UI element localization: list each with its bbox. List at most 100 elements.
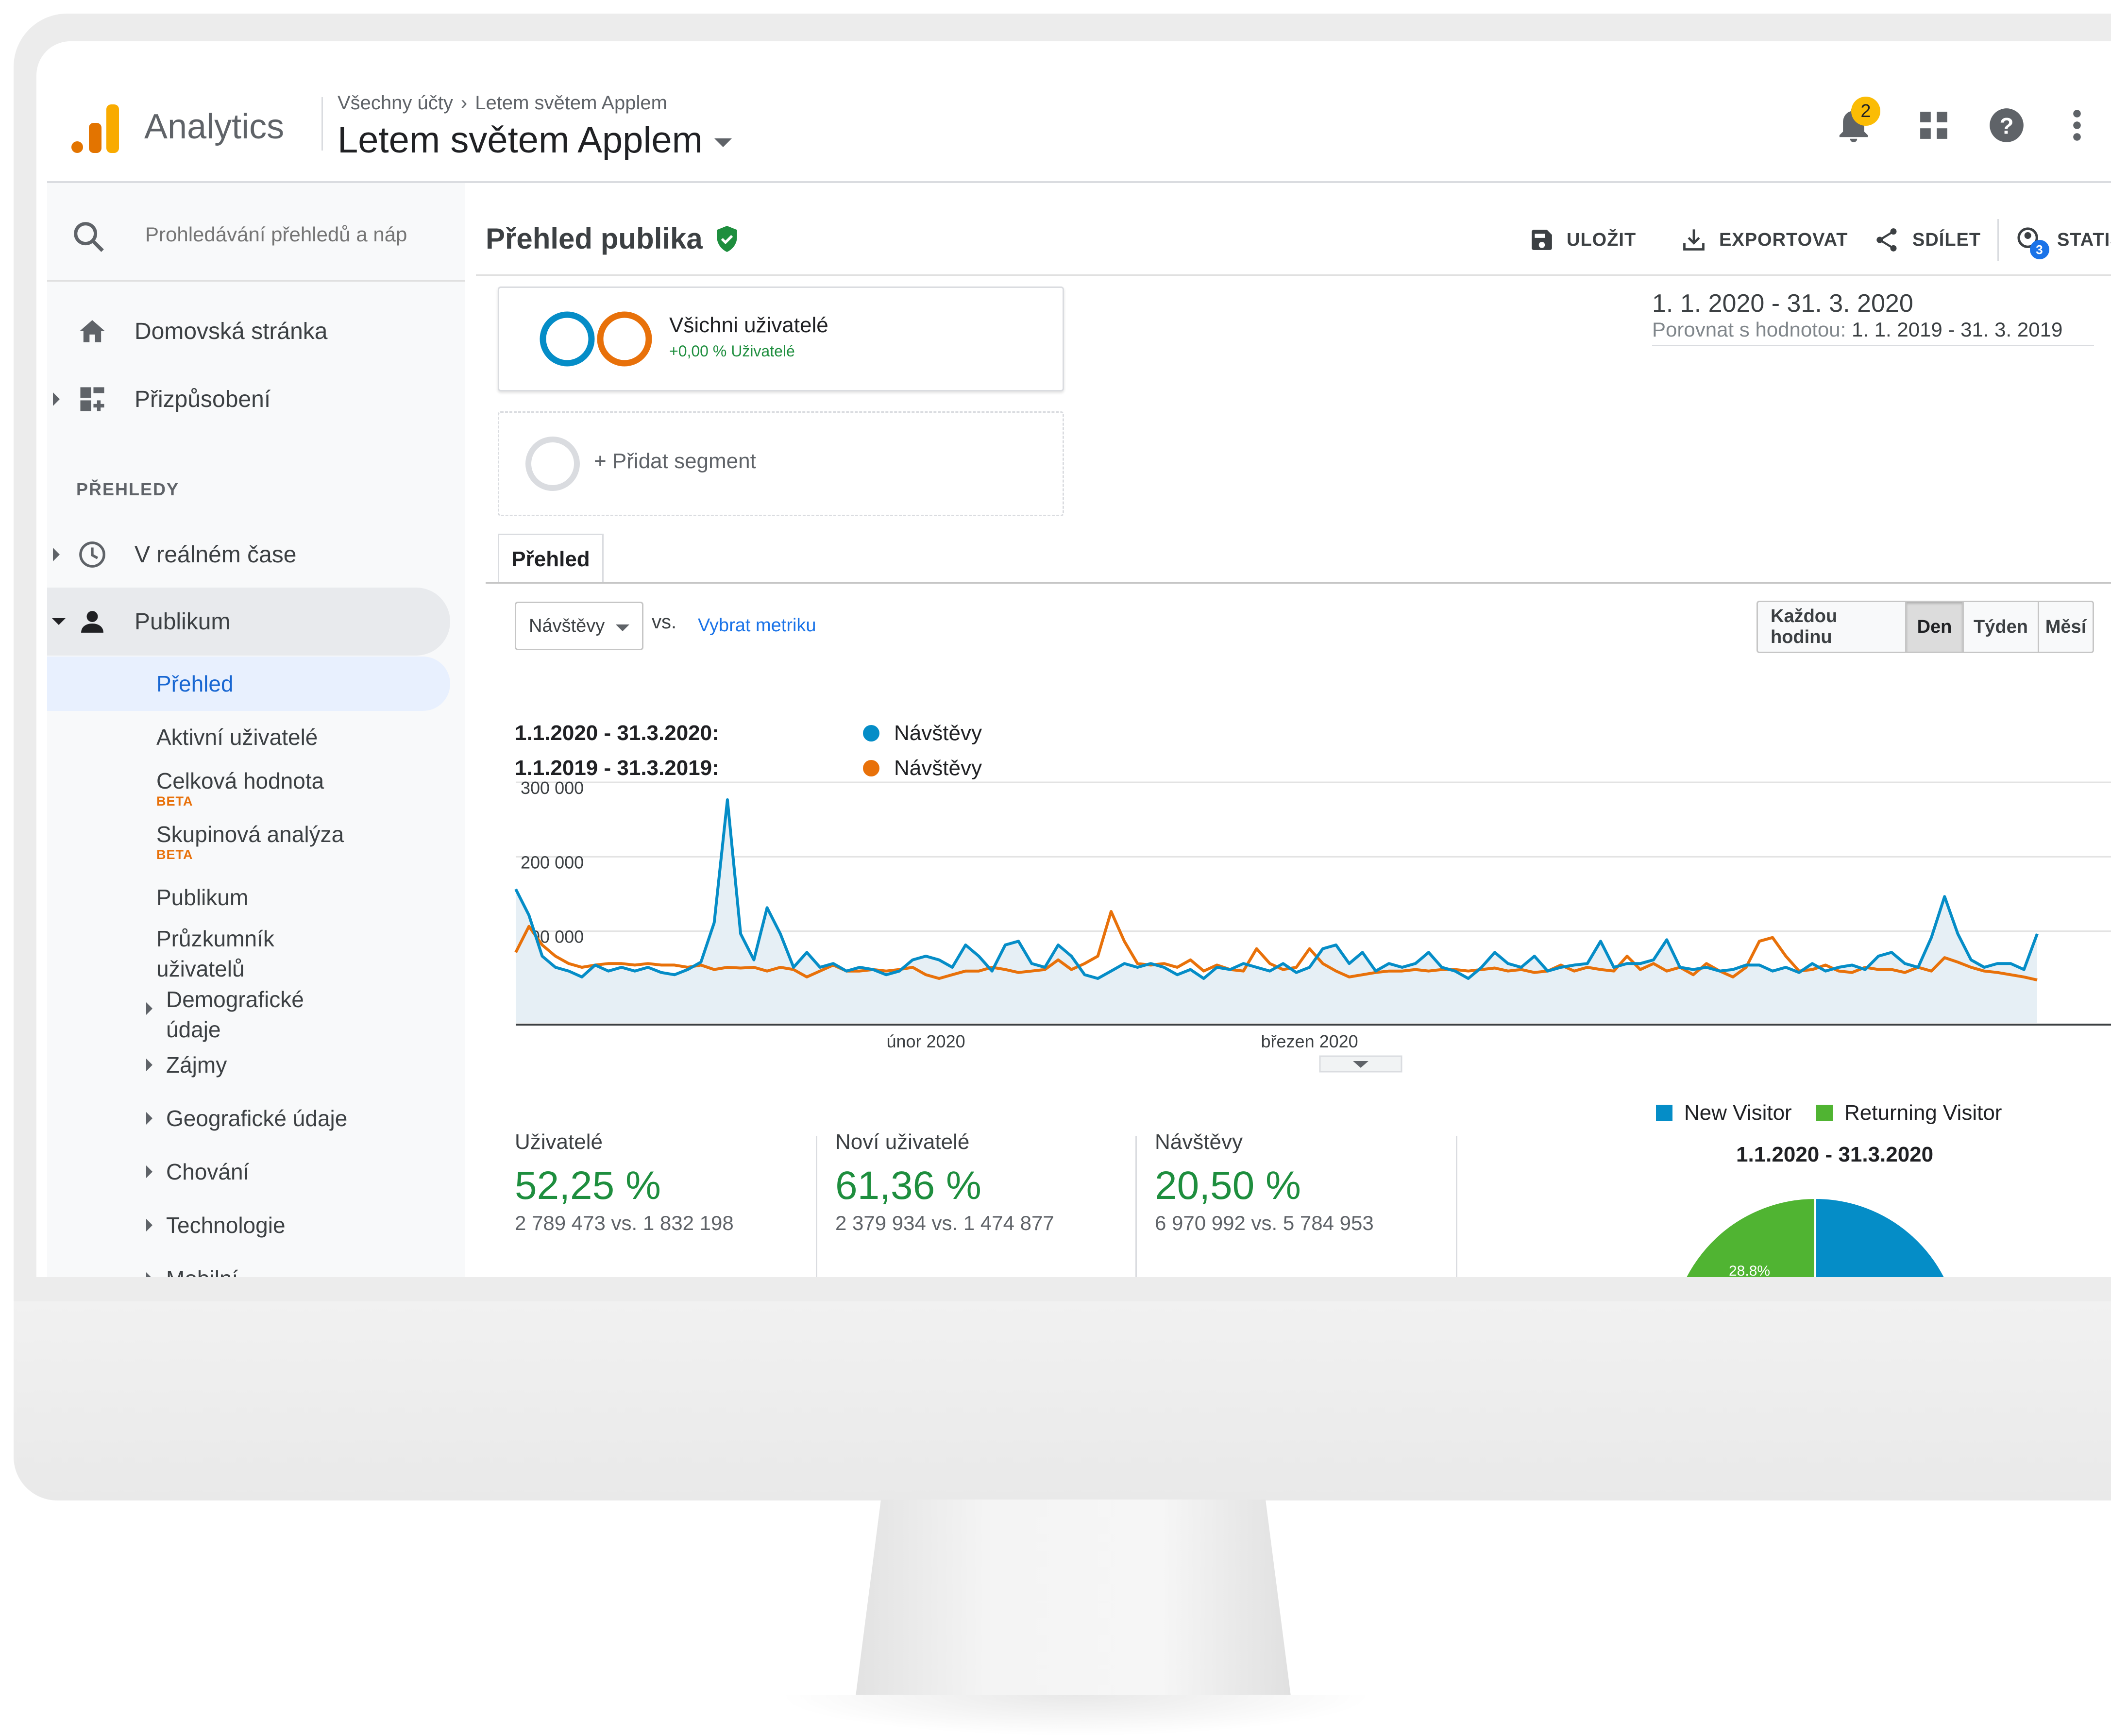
app-header: Analytics Všechny účty › Letem světem Ap… (47, 41, 2111, 183)
sidebar-item-home[interactable]: Domovská stránka (47, 300, 450, 363)
sidebar-item-overview[interactable] (47, 657, 450, 711)
breadcrumb-property[interactable]: Letem světem Applem (475, 92, 667, 114)
sidebar-subitem-overview[interactable]: Přehled (156, 669, 234, 699)
sidebar-search (47, 183, 465, 282)
y-tick-label: 200 000 (521, 852, 584, 872)
sidebar: Domovská stránka Přizpůsobení PŘEHLEDY V… (47, 183, 465, 1277)
summary-value: 52,25 % (515, 1163, 661, 1208)
breadcrumb-account[interactable]: Všechny účty (338, 92, 453, 114)
expand-arrow-icon (53, 548, 60, 561)
expand-arrow-icon (146, 1165, 152, 1178)
sidebar-item-label: V reálném čase (135, 541, 297, 568)
sidebar-subitem-technology[interactable]: Technologie (166, 1210, 286, 1240)
expand-arrow-icon (146, 1219, 152, 1231)
legend-square-icon (1816, 1105, 1833, 1121)
summary-label: Návštěvy (1155, 1130, 1243, 1154)
monitor-stand (855, 1500, 1292, 1703)
sidebar-item-label: Domovská stránka (135, 318, 328, 344)
dashboard-add-icon (75, 382, 109, 416)
apps-button[interactable] (1912, 103, 1956, 147)
expand-arrow-icon (146, 1272, 152, 1277)
analytics-logo-icon[interactable] (71, 104, 120, 153)
notifications-button[interactable]: 2 (1832, 97, 1880, 147)
help-icon: ? (1990, 108, 2024, 142)
sidebar-item-customization[interactable]: Přizpůsobení (47, 368, 450, 431)
sidebar-item-label: uživatelů (156, 956, 245, 981)
summary-value: 20,50 % (1155, 1163, 1301, 1208)
pie-legend-label: Returning Visitor (1844, 1101, 2002, 1125)
monitor-chin (14, 1301, 2111, 1500)
sidebar-item-label: Publikum (135, 608, 231, 635)
summary-divider (1456, 1136, 1457, 1277)
sidebar-subitem-lifetime-value[interactable]: Celková hodnota BETA (156, 766, 324, 809)
apps-grid-icon (1920, 112, 1947, 139)
sidebar-item-label: údaje (166, 1017, 221, 1042)
x-tick-label: březen 2020 (1261, 1031, 1358, 1051)
y-tick-label: 300 000 (521, 778, 584, 798)
person-icon (75, 605, 109, 639)
collapse-arrow-icon (52, 618, 66, 625)
sidebar-subitem-demographics[interactable]: Demografické údaje (166, 984, 304, 1045)
main-content: Přehled publika ULOŽIT EXPORTOVAT SDÍLET… (476, 183, 2111, 1277)
sidebar-subitem-mobile[interactable]: Mobilní (166, 1264, 238, 1277)
sidebar-item-realtime[interactable]: V reálném čase (47, 523, 450, 586)
monitor-stand-base (777, 1695, 1374, 1736)
sidebar-item-audience[interactable]: Publikum (47, 590, 450, 653)
expand-arrow-icon (146, 1059, 152, 1071)
sidebar-item-label: Skupinová analýza (156, 822, 344, 847)
sidebar-subitem-audiences[interactable]: Publikum (156, 882, 248, 912)
sidebar-subitem-geo[interactable]: Geografické údaje (166, 1103, 347, 1133)
expand-arrow-icon (53, 392, 60, 406)
home-icon (75, 314, 109, 348)
summary-compare: 2 789 473 vs. 1 832 198 (515, 1212, 734, 1234)
sidebar-item-label: Demografické (166, 987, 304, 1012)
x-tick-label: únor 2020 (886, 1031, 965, 1051)
summary-users[interactable]: Uživatelé 52,25 % 2 789 473 vs. 1 832 19… (515, 1130, 734, 1235)
search-icon (74, 222, 104, 252)
summary-divider (1135, 1136, 1137, 1277)
app-name: Analytics (144, 107, 285, 146)
property-name: Letem světem Applem (338, 119, 703, 161)
summary-label: Noví uživatelé (835, 1130, 970, 1154)
pie-legend-new: New Visitor (1656, 1101, 1792, 1125)
pie-legend-returning: Returning Visitor (1816, 1101, 2002, 1125)
chevron-right-icon: › (460, 92, 468, 114)
summary-label: Uživatelé (515, 1130, 603, 1154)
header-divider (321, 97, 323, 151)
help-button[interactable]: ? (1985, 103, 2028, 147)
line-chart: 300 000200 000100 000únor 2020 březen 202… (514, 778, 2111, 1073)
clock-icon (75, 538, 109, 572)
sidebar-subitem-user-explorer[interactable]: Průzkumník uživatelů (156, 924, 274, 984)
summary-new-users[interactable]: Noví uživatelé 61,36 % 2 379 934 vs. 1 4… (835, 1130, 1054, 1235)
pie-slice-label: 28.8% (1729, 1263, 1770, 1277)
summary-compare: 2 379 934 vs. 1 474 877 (835, 1212, 1054, 1234)
screen: Analytics Všechny účty › Letem světem Ap… (36, 41, 2111, 1277)
breadcrumb[interactable]: Všechny účty › Letem světem Applem (338, 92, 667, 114)
sidebar-subitem-interests[interactable]: Zájmy (166, 1050, 227, 1080)
more-options-button[interactable] (2055, 103, 2099, 147)
summary-divider (816, 1136, 817, 1277)
beta-badge: BETA (156, 794, 193, 809)
summary-sessions[interactable]: Návštěvy 20,50 % 6 970 992 vs. 5 784 953 (1155, 1130, 1374, 1235)
sidebar-subitem-cohort[interactable]: Skupinová analýza BETA (156, 819, 344, 862)
sidebar-subitem-active-users[interactable]: Aktivní uživatelé (156, 722, 318, 752)
more-vert-icon (2073, 110, 2081, 141)
property-selector[interactable]: Letem světem Applem (338, 119, 732, 161)
pie-chart: 28.8% (1684, 1197, 1946, 1277)
expand-arrow-icon (146, 1002, 152, 1015)
sidebar-subitem-behavior[interactable]: Chování (166, 1157, 249, 1187)
summary-compare: 6 970 992 vs. 5 784 953 (1155, 1212, 1374, 1234)
notification-badge: 2 (1851, 97, 1880, 126)
series-area-current (516, 800, 2037, 1023)
sidebar-item-label: Přizpůsobení (135, 386, 271, 412)
expand-arrow-icon (146, 1112, 152, 1125)
beta-badge: BETA (156, 847, 193, 862)
search-input[interactable] (144, 217, 418, 252)
sidebar-item-label: Celková hodnota (156, 768, 324, 793)
caret-down-icon (714, 138, 732, 147)
svg-text:?: ? (1999, 113, 2013, 139)
sidebar-item-label: Průzkumník (156, 926, 274, 951)
pie-legend-label: New Visitor (1684, 1101, 1792, 1125)
legend-square-icon (1656, 1105, 1672, 1121)
reports-section-label: PŘEHLEDY (76, 479, 180, 499)
